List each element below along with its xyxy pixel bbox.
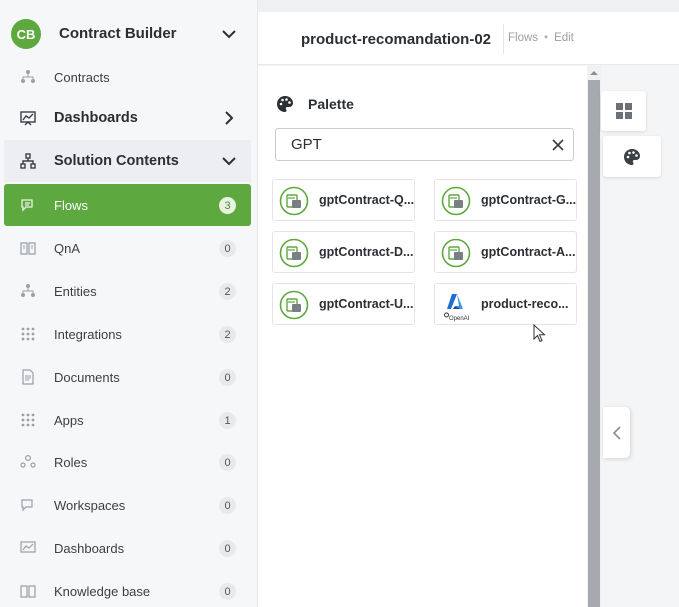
book-icon bbox=[20, 583, 36, 599]
flow-icon bbox=[279, 238, 309, 268]
palette-icon bbox=[624, 148, 640, 165]
breadcrumb-edit: Edit bbox=[554, 32, 574, 44]
palette-card[interactable]: OpenAI product-reco... bbox=[434, 283, 577, 325]
chevron-right-icon[interactable] bbox=[221, 110, 237, 126]
sidebar-item-label: Documents bbox=[54, 369, 120, 385]
book-icon bbox=[20, 240, 36, 256]
count-badge: 3 bbox=[219, 197, 236, 214]
sidebar-item-dashboards[interactable]: Dashboards 0 bbox=[4, 527, 251, 569]
hierarchy-icon bbox=[20, 69, 36, 85]
palette-card-label: product-reco... bbox=[481, 297, 569, 311]
sidebar-item-label: Roles bbox=[54, 454, 88, 470]
breadcrumb-flows[interactable]: Flows bbox=[508, 32, 538, 44]
sidebar-item-label: Entities bbox=[54, 283, 97, 299]
hierarchy-icon bbox=[20, 283, 36, 299]
sidebar-item-apps[interactable]: Apps 1 bbox=[4, 399, 251, 441]
count-badge: 0 bbox=[219, 240, 236, 257]
top-strip bbox=[258, 0, 679, 12]
palette-card-label: gptContract-D... bbox=[319, 245, 414, 259]
users-icon bbox=[20, 454, 36, 470]
sidebar-item-label: QnA bbox=[54, 240, 81, 256]
sidebar-header[interactable]: CB Contract Builder bbox=[0, 12, 258, 56]
document-icon bbox=[20, 369, 36, 385]
layout-tab[interactable] bbox=[601, 91, 646, 131]
sidebar-item-label: Knowledge base bbox=[54, 583, 151, 599]
sidebar-item-contracts[interactable]: Contracts bbox=[4, 56, 251, 98]
flow-icon bbox=[441, 238, 471, 268]
grid-icon bbox=[615, 103, 632, 119]
chart-board-icon bbox=[20, 540, 36, 556]
palette-card[interactable]: gptContract-D... bbox=[272, 231, 415, 273]
sidebar-item-label: Dashboards bbox=[54, 110, 138, 126]
sidebar-item-label: Apps bbox=[54, 412, 84, 428]
palette-card-label: gptContract-G... bbox=[481, 193, 577, 207]
sidebar-item-label: Solution Contents bbox=[54, 153, 179, 169]
sidebar-item-roles[interactable]: Roles 0 bbox=[4, 441, 251, 483]
palette-card[interactable]: gptContract-Q... bbox=[272, 179, 415, 221]
page-header: product-recomandation-02 Flows • Edit bbox=[258, 12, 679, 65]
count-badge: 0 bbox=[219, 497, 236, 514]
count-badge: 0 bbox=[219, 583, 236, 600]
palette-search-input[interactable] bbox=[276, 129, 536, 160]
sidebar-item-integrations[interactable]: Integrations 2 bbox=[4, 313, 251, 355]
avatar: CB bbox=[11, 19, 41, 49]
chevron-down-icon[interactable] bbox=[221, 26, 237, 42]
scrollbar-thumb[interactable] bbox=[588, 80, 600, 607]
collapse-panel-button[interactable] bbox=[603, 407, 630, 458]
sidebar-item-label: Flows bbox=[54, 197, 88, 213]
count-badge: 0 bbox=[219, 454, 236, 471]
palette-card-label: gptContract-U... bbox=[319, 297, 414, 311]
sidebar: CB Contract Builder Contracts Dashboards… bbox=[0, 0, 258, 607]
chevron-left-icon bbox=[612, 425, 621, 440]
sidebar-item-label: Workspaces bbox=[54, 497, 126, 513]
chevron-down-icon[interactable] bbox=[221, 153, 237, 169]
palette-scrollbar[interactable] bbox=[587, 66, 601, 607]
palette-card[interactable]: gptContract-A... bbox=[434, 231, 577, 273]
sidebar-item-entities[interactable]: Entities 2 bbox=[4, 270, 251, 312]
openai-caption: OpenAI bbox=[449, 316, 470, 322]
grid-dots-icon bbox=[20, 412, 36, 428]
sidebar-item-workspaces[interactable]: Workspaces 0 bbox=[4, 484, 251, 526]
palette-tab[interactable] bbox=[603, 136, 661, 177]
count-badge: 2 bbox=[219, 326, 236, 343]
sidebar-item-qna[interactable]: QnA 0 bbox=[4, 227, 251, 269]
palette-card-label: gptContract-A... bbox=[481, 245, 576, 259]
page-title: product-recomandation-02 bbox=[301, 31, 492, 48]
palette-card-label: gptContract-Q... bbox=[319, 193, 415, 207]
sidebar-item-knowledge-base[interactable]: Knowledge base 0 bbox=[4, 570, 251, 607]
sidebar-item-label: Integrations bbox=[54, 326, 122, 342]
sidebar-item-documents[interactable]: Documents 0 bbox=[4, 356, 251, 398]
flow-icon bbox=[441, 186, 471, 216]
sidebar-item-flows[interactable]: Flows 3 bbox=[4, 184, 251, 226]
palette-card[interactable]: gptContract-U... bbox=[272, 283, 415, 325]
count-badge: 1 bbox=[219, 412, 236, 429]
close-icon[interactable] bbox=[549, 136, 567, 154]
sidebar-title: Contract Builder bbox=[59, 25, 177, 42]
sidebar-section-solution-contents[interactable]: Solution Contents bbox=[4, 140, 251, 182]
palette-search bbox=[275, 128, 574, 161]
mouse-cursor-icon bbox=[533, 324, 546, 343]
grid-dots-icon bbox=[20, 326, 36, 342]
chat-icon bbox=[20, 497, 36, 513]
org-chart-icon bbox=[20, 153, 36, 169]
palette-icon bbox=[276, 95, 294, 113]
sidebar-item-label: Contracts bbox=[54, 69, 110, 85]
flow-icon bbox=[279, 186, 309, 216]
chat-flow-icon bbox=[20, 197, 36, 213]
palette-card[interactable]: gptContract-G... bbox=[434, 179, 577, 221]
sidebar-section-dashboards[interactable]: Dashboards bbox=[4, 97, 251, 139]
sidebar-item-label: Dashboards bbox=[54, 540, 125, 556]
header-divider bbox=[503, 24, 504, 54]
breadcrumb: Flows • Edit bbox=[508, 32, 574, 44]
chart-board-icon bbox=[20, 110, 36, 126]
breadcrumb-separator: • bbox=[544, 32, 549, 44]
flow-icon bbox=[279, 290, 309, 320]
count-badge: 2 bbox=[219, 283, 236, 300]
count-badge: 0 bbox=[219, 369, 236, 386]
palette-title: Palette bbox=[308, 96, 354, 112]
count-badge: 0 bbox=[219, 540, 236, 557]
scroll-up-icon[interactable] bbox=[590, 69, 598, 77]
